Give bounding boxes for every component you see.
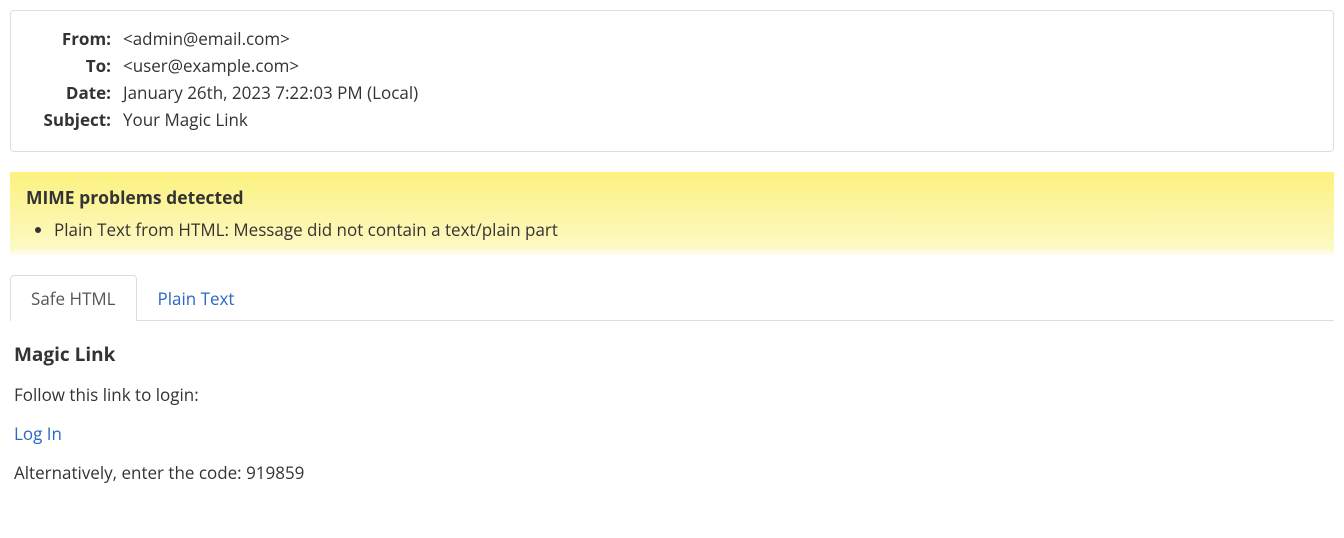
mime-warning-title: MIME problems detected [26, 186, 1318, 210]
label-subject: Subject: [31, 108, 123, 131]
label-from: From: [31, 27, 123, 50]
mime-warning-box: MIME problems detected Plain Text from H… [10, 172, 1334, 255]
value-to: <user@example.com> [123, 54, 1313, 77]
mime-warning-list: Plain Text from HTML: Message did not co… [26, 218, 1318, 241]
tab-safe-html[interactable]: Safe HTML [10, 275, 137, 321]
body-heading: Magic Link [14, 341, 1330, 367]
label-to: To: [31, 54, 123, 77]
value-subject: Your Magic Link [123, 108, 1313, 131]
header-row-subject: Subject: Your Magic Link [31, 108, 1313, 131]
body-intro: Follow this link to login: [14, 383, 1330, 406]
header-row-date: Date: January 26th, 2023 7:22:03 PM (Loc… [31, 81, 1313, 104]
value-date: January 26th, 2023 7:22:03 PM (Local) [123, 81, 1313, 104]
header-row-to: To: <user@example.com> [31, 54, 1313, 77]
email-header: From: <admin@email.com> To: <user@exampl… [10, 10, 1334, 152]
header-row-from: From: <admin@email.com> [31, 27, 1313, 50]
tab-plain-text[interactable]: Plain Text [137, 275, 256, 321]
email-body: Magic Link Follow this link to login: Lo… [0, 321, 1344, 520]
label-date: Date: [31, 81, 123, 104]
tab-bar: Safe HTML Plain Text [10, 275, 1334, 321]
body-code-line: Alternatively, enter the code: 919859 [14, 461, 1330, 484]
login-link[interactable]: Log In [14, 422, 62, 445]
value-from: <admin@email.com> [123, 27, 1313, 50]
mime-warning-item: Plain Text from HTML: Message did not co… [54, 218, 1318, 241]
